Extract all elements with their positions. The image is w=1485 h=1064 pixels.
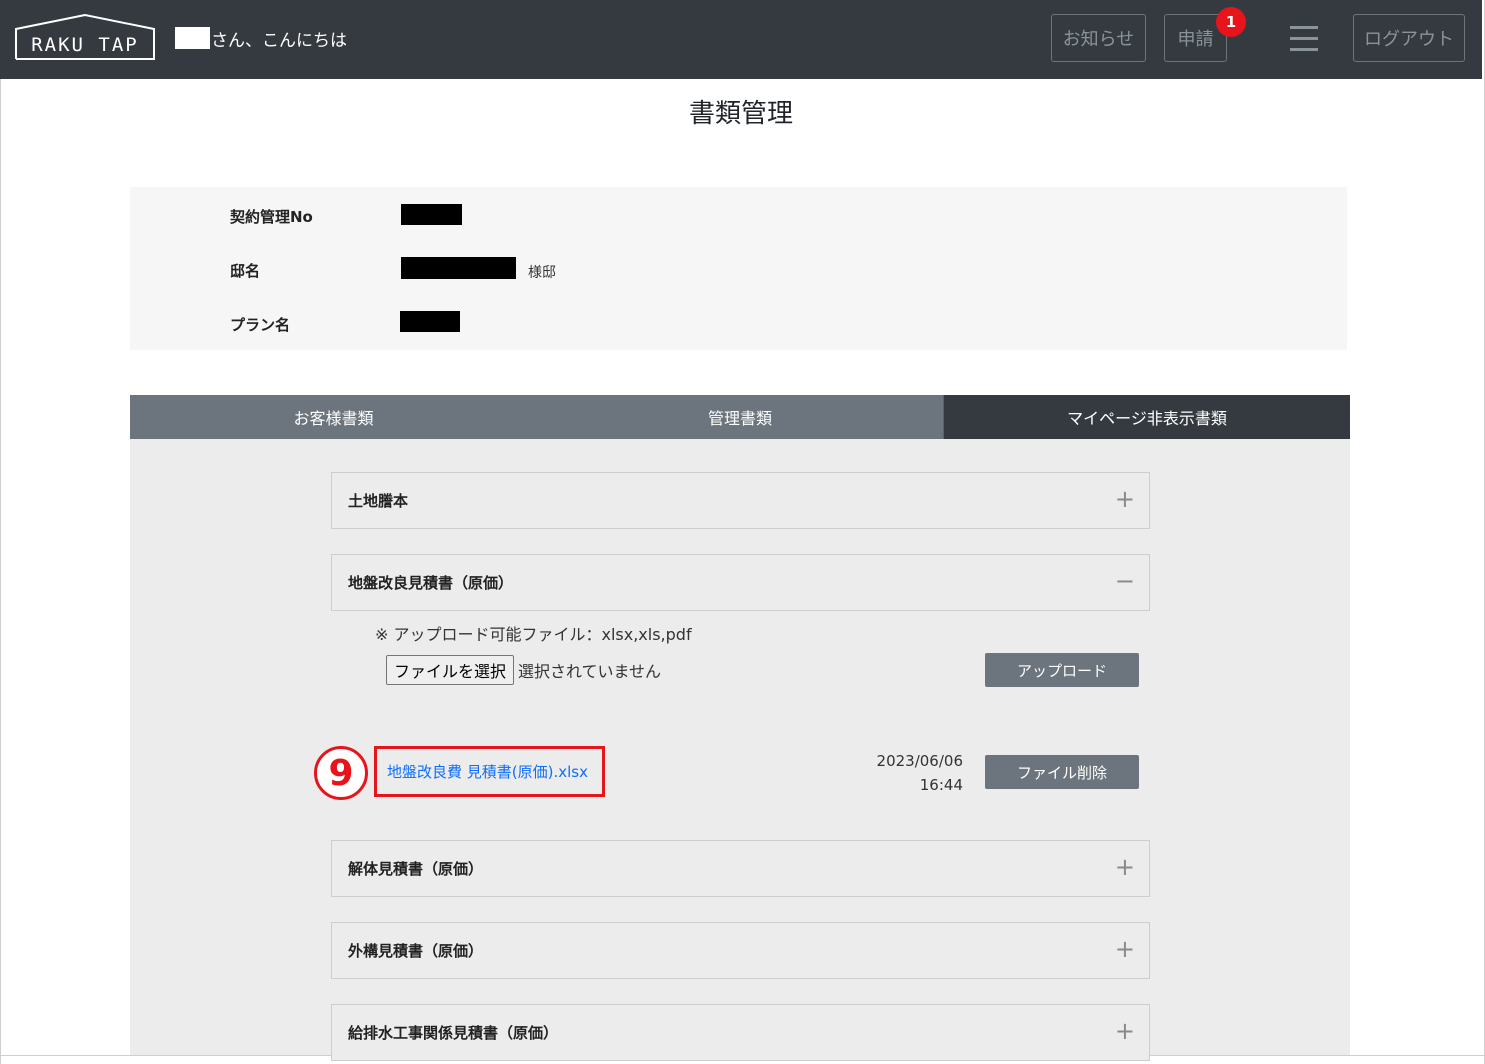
tab-hidden-documents[interactable]: マイページ非表示書類 <box>944 395 1350 439</box>
file-time: 16:44 <box>919 776 963 794</box>
apply-notification-badge: 1 <box>1216 7 1246 37</box>
upload-note: ※ アップロード可能ファイル：xlsx,xls,pdf <box>375 625 692 644</box>
collapse-icon[interactable]: − <box>1115 566 1135 596</box>
redacted-username <box>175 27 210 49</box>
section-demolition-estimate[interactable]: 解体見積書（原価） + <box>331 840 1150 897</box>
section-title: 地盤改良見積書（原価） <box>348 574 514 592</box>
plan-label: プラン名 <box>230 316 291 334</box>
redacted-plan-name <box>400 311 460 332</box>
news-button[interactable]: お知らせ <box>1051 14 1146 62</box>
tab-customer-documents[interactable]: お客様書類 <box>130 395 537 439</box>
tab-management-documents[interactable]: 管理書類 <box>537 395 944 439</box>
expand-icon[interactable]: + <box>1115 934 1135 964</box>
section-title: 給排水工事関係見積書（原価） <box>348 1024 559 1042</box>
section-exterior-estimate[interactable]: 外構見積書（原価） + <box>331 922 1150 979</box>
file-link[interactable]: 地盤改良費 見積書(原価).xlsx <box>387 761 588 782</box>
choose-file-button[interactable]: ファイルを選択 <box>386 655 514 685</box>
file-timestamp: 2023/06/06 16:44 <box>860 749 963 797</box>
expand-icon[interactable]: + <box>1115 852 1135 882</box>
document-tabs: お客様書類 管理書類 マイページ非表示書類 <box>130 395 1350 439</box>
step-number-badge: 9 <box>314 746 368 800</box>
section-land-register[interactable]: 土地謄本 + <box>331 472 1150 529</box>
file-status: 選択されていません <box>518 662 662 681</box>
file-date: 2023/06/06 <box>876 752 963 770</box>
residence-suffix: 様邸 <box>528 265 556 281</box>
greeting-text: さん、こんにちは <box>211 30 347 51</box>
greeting: さん、こんにちは <box>175 27 347 51</box>
delete-file-button[interactable]: ファイル削除 <box>985 755 1139 789</box>
expand-icon[interactable]: + <box>1115 1016 1135 1046</box>
contract-no-label: 契約管理No <box>230 208 313 226</box>
logo-text: RAKU TAP <box>31 34 139 56</box>
top-navbar: RAKU TAP さん、こんにちは お知らせ 申請 1 ログアウト <box>0 0 1482 79</box>
page-title: 書類管理 <box>688 99 793 129</box>
section-title: 解体見積書（原価） <box>348 860 484 878</box>
section-ground-improvement[interactable]: 地盤改良見積書（原価） − <box>331 554 1150 611</box>
section-plumbing-estimate[interactable]: 給排水工事関係見積書（原価） + <box>331 1004 1150 1061</box>
contract-info-box: 契約管理No 邸名 様邸 プラン名 <box>130 187 1347 350</box>
expand-icon[interactable]: + <box>1115 484 1135 514</box>
residence-label: 邸名 <box>230 262 261 280</box>
section-title: 外構見積書（原価） <box>348 942 484 960</box>
redacted-contract-no <box>401 204 462 225</box>
section-title: 土地謄本 <box>348 492 409 510</box>
redacted-residence-name <box>401 257 516 279</box>
upload-button[interactable]: アップロード <box>985 653 1139 687</box>
menu-icon[interactable] <box>1290 26 1318 52</box>
rakutap-logo[interactable]: RAKU TAP <box>15 13 155 60</box>
logout-button[interactable]: ログアウト <box>1353 14 1465 62</box>
